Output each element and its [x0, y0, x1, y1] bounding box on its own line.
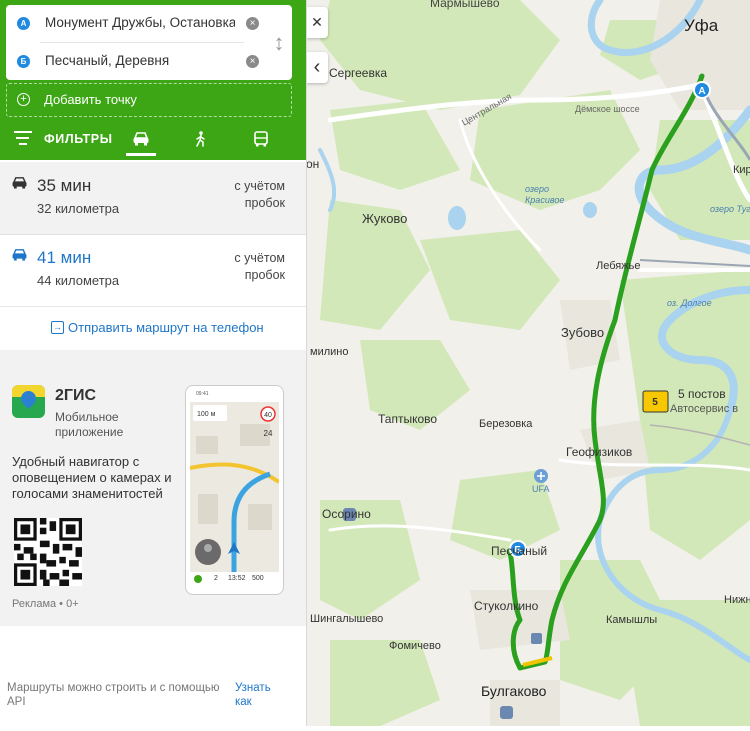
phone-map-illustration: 100 м 40 24: [190, 402, 279, 574]
tab-car[interactable]: [126, 123, 156, 156]
map-label: он: [306, 157, 320, 171]
map-label: милино: [310, 346, 349, 358]
route-sidebar: А Монумент Дружбы, Остановка на × Б Песч…: [0, 0, 307, 726]
route-time: 41 мин: [37, 248, 92, 267]
traffic-note: с учётом пробок: [234, 251, 285, 282]
send-icon: →: [51, 321, 64, 334]
map-label: оз. Долгое: [667, 298, 712, 308]
route-header: А Монумент Дружбы, Остановка на × Б Песч…: [0, 0, 306, 160]
point-a-input[interactable]: Монумент Дружбы, Остановка на: [45, 15, 235, 30]
filters-bar: ФИЛЬТРЫ: [0, 120, 306, 160]
swap-icon: ↕: [273, 30, 285, 55]
close-icon: ✕: [311, 14, 323, 30]
phone-bottom-bar: 2 13:52 500: [190, 572, 279, 588]
map-label: Стуколкино: [474, 599, 539, 613]
map-label: озеро Тугва: [710, 204, 750, 214]
svg-text:5: 5: [652, 397, 658, 408]
clear-point-b-button[interactable]: ×: [246, 55, 259, 68]
map-label: озеро Красивое: [525, 184, 565, 205]
map-label: Березовка: [479, 418, 533, 430]
collapse-panel-button[interactable]: ‹: [306, 52, 328, 83]
add-point-button[interactable]: + Добавить точку: [6, 83, 292, 117]
close-panel-button[interactable]: ✕: [306, 7, 328, 38]
plus-icon: +: [17, 93, 30, 106]
map-label: Фомичево: [389, 640, 441, 652]
map-label: Шингалышево: [310, 613, 384, 625]
phone-speed: 24: [264, 429, 273, 438]
phone-map-screen: 100 м 40 24: [190, 402, 279, 574]
filter-icon[interactable]: [14, 131, 32, 145]
add-point-label: Добавить точку: [44, 92, 137, 107]
car-icon: [133, 132, 149, 146]
swap-points-button[interactable]: ↕: [271, 29, 287, 57]
map-label: 5 постов: [678, 387, 726, 401]
map-label: Жуково: [362, 211, 408, 226]
phone-stat: 13:52: [228, 575, 246, 582]
map-label: Таптыково: [378, 412, 438, 426]
point-b-badge: Б: [17, 55, 30, 68]
point-b-row[interactable]: Б Песчаный, Деревня ×: [6, 43, 292, 80]
route-time: 35 мин: [37, 176, 92, 195]
post-marker-icon: 5: [642, 390, 669, 413]
map-label: Кирз: [733, 164, 750, 176]
bus-icon: [254, 131, 268, 147]
map-label: Геофизиков: [566, 445, 633, 459]
map-label: Камышлы: [606, 614, 658, 626]
ad-subtitle: Мобильное приложение: [55, 410, 124, 439]
map-label: Булгаково: [481, 683, 547, 699]
map-label: UFA: [532, 484, 550, 494]
ad-description: Удобный навигатор с оповещением о камера…: [12, 454, 172, 501]
tab-bus[interactable]: [246, 123, 276, 156]
send-to-phone-label: Отправить маршрут на телефон: [68, 320, 264, 335]
point-b-input[interactable]: Песчаный, Деревня: [45, 53, 235, 68]
phone-distance: 100 м: [197, 411, 216, 418]
car-icon: [12, 249, 27, 261]
map-label: Сергеевка: [329, 66, 388, 80]
point-a-badge: А: [17, 17, 30, 30]
route-inputs: А Монумент Дружбы, Остановка на × Б Песч…: [6, 5, 292, 80]
route-option-1[interactable]: 35 мин 32 километра с учётом пробок: [0, 162, 306, 235]
chevron-left-icon: ‹: [313, 56, 321, 78]
clear-point-a-button[interactable]: ×: [246, 17, 259, 30]
svg-text:А: А: [698, 86, 705, 97]
car-icon: [12, 177, 27, 189]
tab-walk[interactable]: [186, 123, 216, 156]
phone-speed-limit: 40: [264, 412, 272, 419]
route-distance: 32 километра: [37, 201, 120, 216]
map-label: Песчаный: [491, 544, 548, 558]
route-distance: 44 километра: [37, 273, 120, 288]
phone-mockup: 09:41 100 м 40 24 2 13:52 500: [186, 386, 283, 594]
phone-status-time: 09:41: [196, 391, 209, 397]
route-option-2[interactable]: 41 мин 44 километра с учётом пробок: [0, 234, 306, 307]
send-to-phone-button[interactable]: → Отправить маршрут на телефон: [0, 307, 306, 349]
map-label: Мармышево: [430, 0, 500, 10]
traffic-note: с учётом пробок: [234, 179, 285, 210]
pedestrian-icon: [196, 131, 205, 147]
2gis-logo: [12, 385, 45, 418]
airport-icon: [534, 469, 548, 483]
map-label: Нижн: [724, 594, 750, 606]
map-label: Зубово: [561, 325, 605, 340]
point-a-row[interactable]: А Монумент Дружбы, Остановка на ×: [6, 5, 292, 42]
api-learn-more-link[interactable]: Узнать как: [235, 681, 275, 709]
map-label: Автосервис в: [670, 403, 739, 415]
map-label: Дёмское шоссе: [575, 104, 640, 114]
map-label: Осорино: [322, 507, 371, 521]
map-point-a-marker: А: [693, 81, 711, 99]
ad-banner[interactable]: 2ГИС Мобильное приложение Удобный навига…: [0, 350, 306, 626]
phone-stat: 500: [252, 575, 264, 582]
ad-footer: Реклама • 0+: [12, 598, 79, 610]
qr-code: [14, 518, 82, 586]
phone-stat: 2: [214, 575, 218, 582]
api-note: Маршруты можно строить и с помощью API: [7, 682, 220, 708]
map-label: Лебяжье: [596, 260, 641, 272]
map-label: Уфа: [684, 16, 719, 35]
filters-button[interactable]: ФИЛЬТРЫ: [44, 132, 113, 146]
ad-title: 2ГИС: [55, 387, 97, 404]
